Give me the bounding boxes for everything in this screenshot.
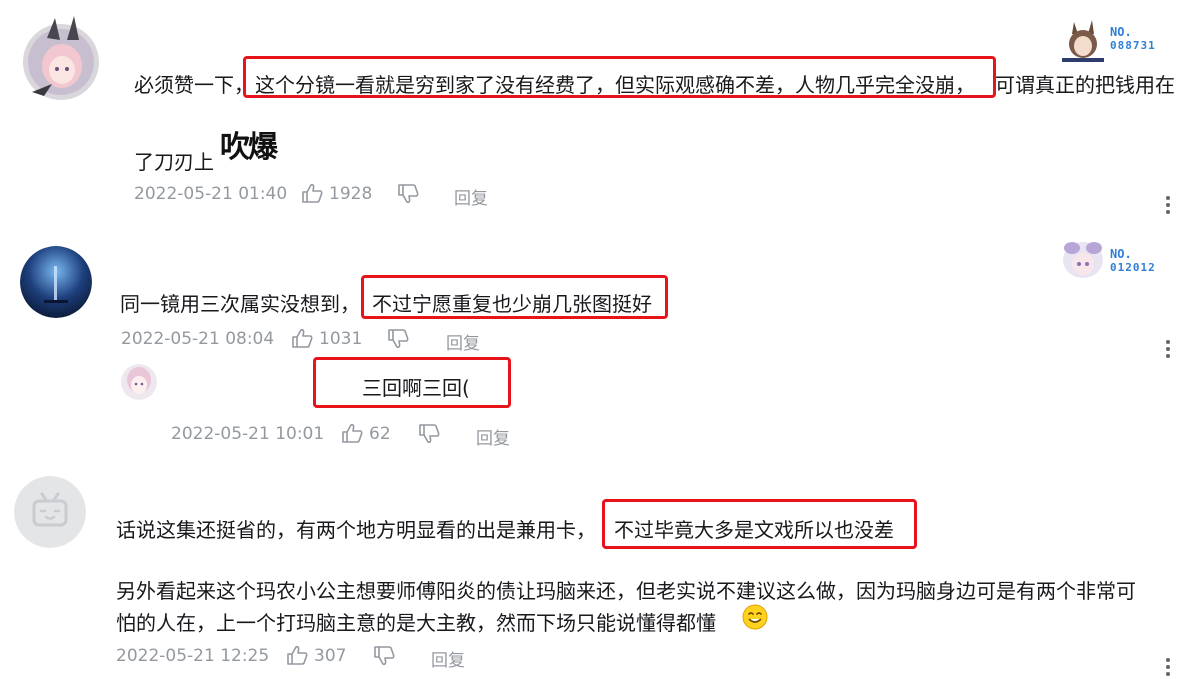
comment-text-2-start: 同一镜用三次属实没想到， xyxy=(120,292,360,316)
comment-text-1-line2: 了刀刃上 xyxy=(134,150,214,174)
thumb-up-icon[interactable] xyxy=(301,183,323,207)
comment-text-3-para2-line2: 怕的人在，上一个打玛脑主意的是大主教，然而下场只能说懂得都懂 xyxy=(116,611,716,635)
thumb-down-icon[interactable] xyxy=(397,184,419,208)
reply-button-1[interactable]: 回复 xyxy=(454,184,488,209)
avatar-comment-3[interactable] xyxy=(14,476,86,548)
more-vertical-icon[interactable] xyxy=(1166,196,1170,217)
thumb-up-icon[interactable] xyxy=(291,328,313,352)
like-count-1: 1928 xyxy=(329,184,373,204)
badge-no-label: NO. xyxy=(1110,247,1132,261)
reply-button-3[interactable]: 回复 xyxy=(431,646,465,671)
smile-emoji-icon xyxy=(742,604,768,634)
comment-text-1-end: 可谓真正的把钱用在 xyxy=(995,73,1175,97)
comment-date-2: 2022-05-21 08:04 xyxy=(121,329,275,349)
thumb-down-icon[interactable] xyxy=(373,646,395,670)
sub-reply-reply-button[interactable]: 回复 xyxy=(476,424,510,449)
like-count-2: 1031 xyxy=(319,329,363,349)
more-vertical-icon[interactable] xyxy=(1166,340,1170,361)
thumb-down-icon[interactable] xyxy=(387,329,409,353)
more-vertical-icon[interactable] xyxy=(1166,658,1170,679)
sub-reply-date: 2022-05-21 10:01 xyxy=(171,424,325,444)
avatar-comment-1[interactable] xyxy=(22,14,100,104)
avatar-sub-reply[interactable] xyxy=(121,364,157,400)
thumb-up-icon[interactable] xyxy=(286,645,308,669)
badge-no-label: NO. xyxy=(1110,25,1132,39)
highlight-box-sub-reply xyxy=(313,357,511,408)
badge-number: 088731 xyxy=(1110,39,1156,52)
sub-reply-like-count: 62 xyxy=(369,424,391,444)
comment-text-3-start: 话说这集还挺省的，有两个地方明显看的出是兼用卡， xyxy=(116,518,596,542)
highlight-box-3 xyxy=(602,499,917,549)
badge-number: 012012 xyxy=(1110,261,1156,274)
comment-date-3: 2022-05-21 12:25 xyxy=(116,646,270,666)
comment-text-1-start: 必须赞一下， xyxy=(134,73,254,97)
thumb-up-icon[interactable] xyxy=(341,423,363,447)
avatar-comment-2[interactable] xyxy=(20,246,92,318)
like-count-3: 307 xyxy=(314,646,347,666)
highlight-box-2 xyxy=(361,275,668,319)
comment-text-3-para2-line1: 另外看起来这个玛农小公主想要师傅阳炎的债让玛脑来还，但老实说不建议这么做，因为玛… xyxy=(116,579,1136,603)
reply-button-2[interactable]: 回复 xyxy=(446,329,480,354)
thumb-down-icon[interactable] xyxy=(418,424,440,448)
emote-chuibao: 吹爆 xyxy=(220,130,278,165)
comment-date-1: 2022-05-21 01:40 xyxy=(134,184,288,204)
highlight-box-1 xyxy=(243,56,996,98)
